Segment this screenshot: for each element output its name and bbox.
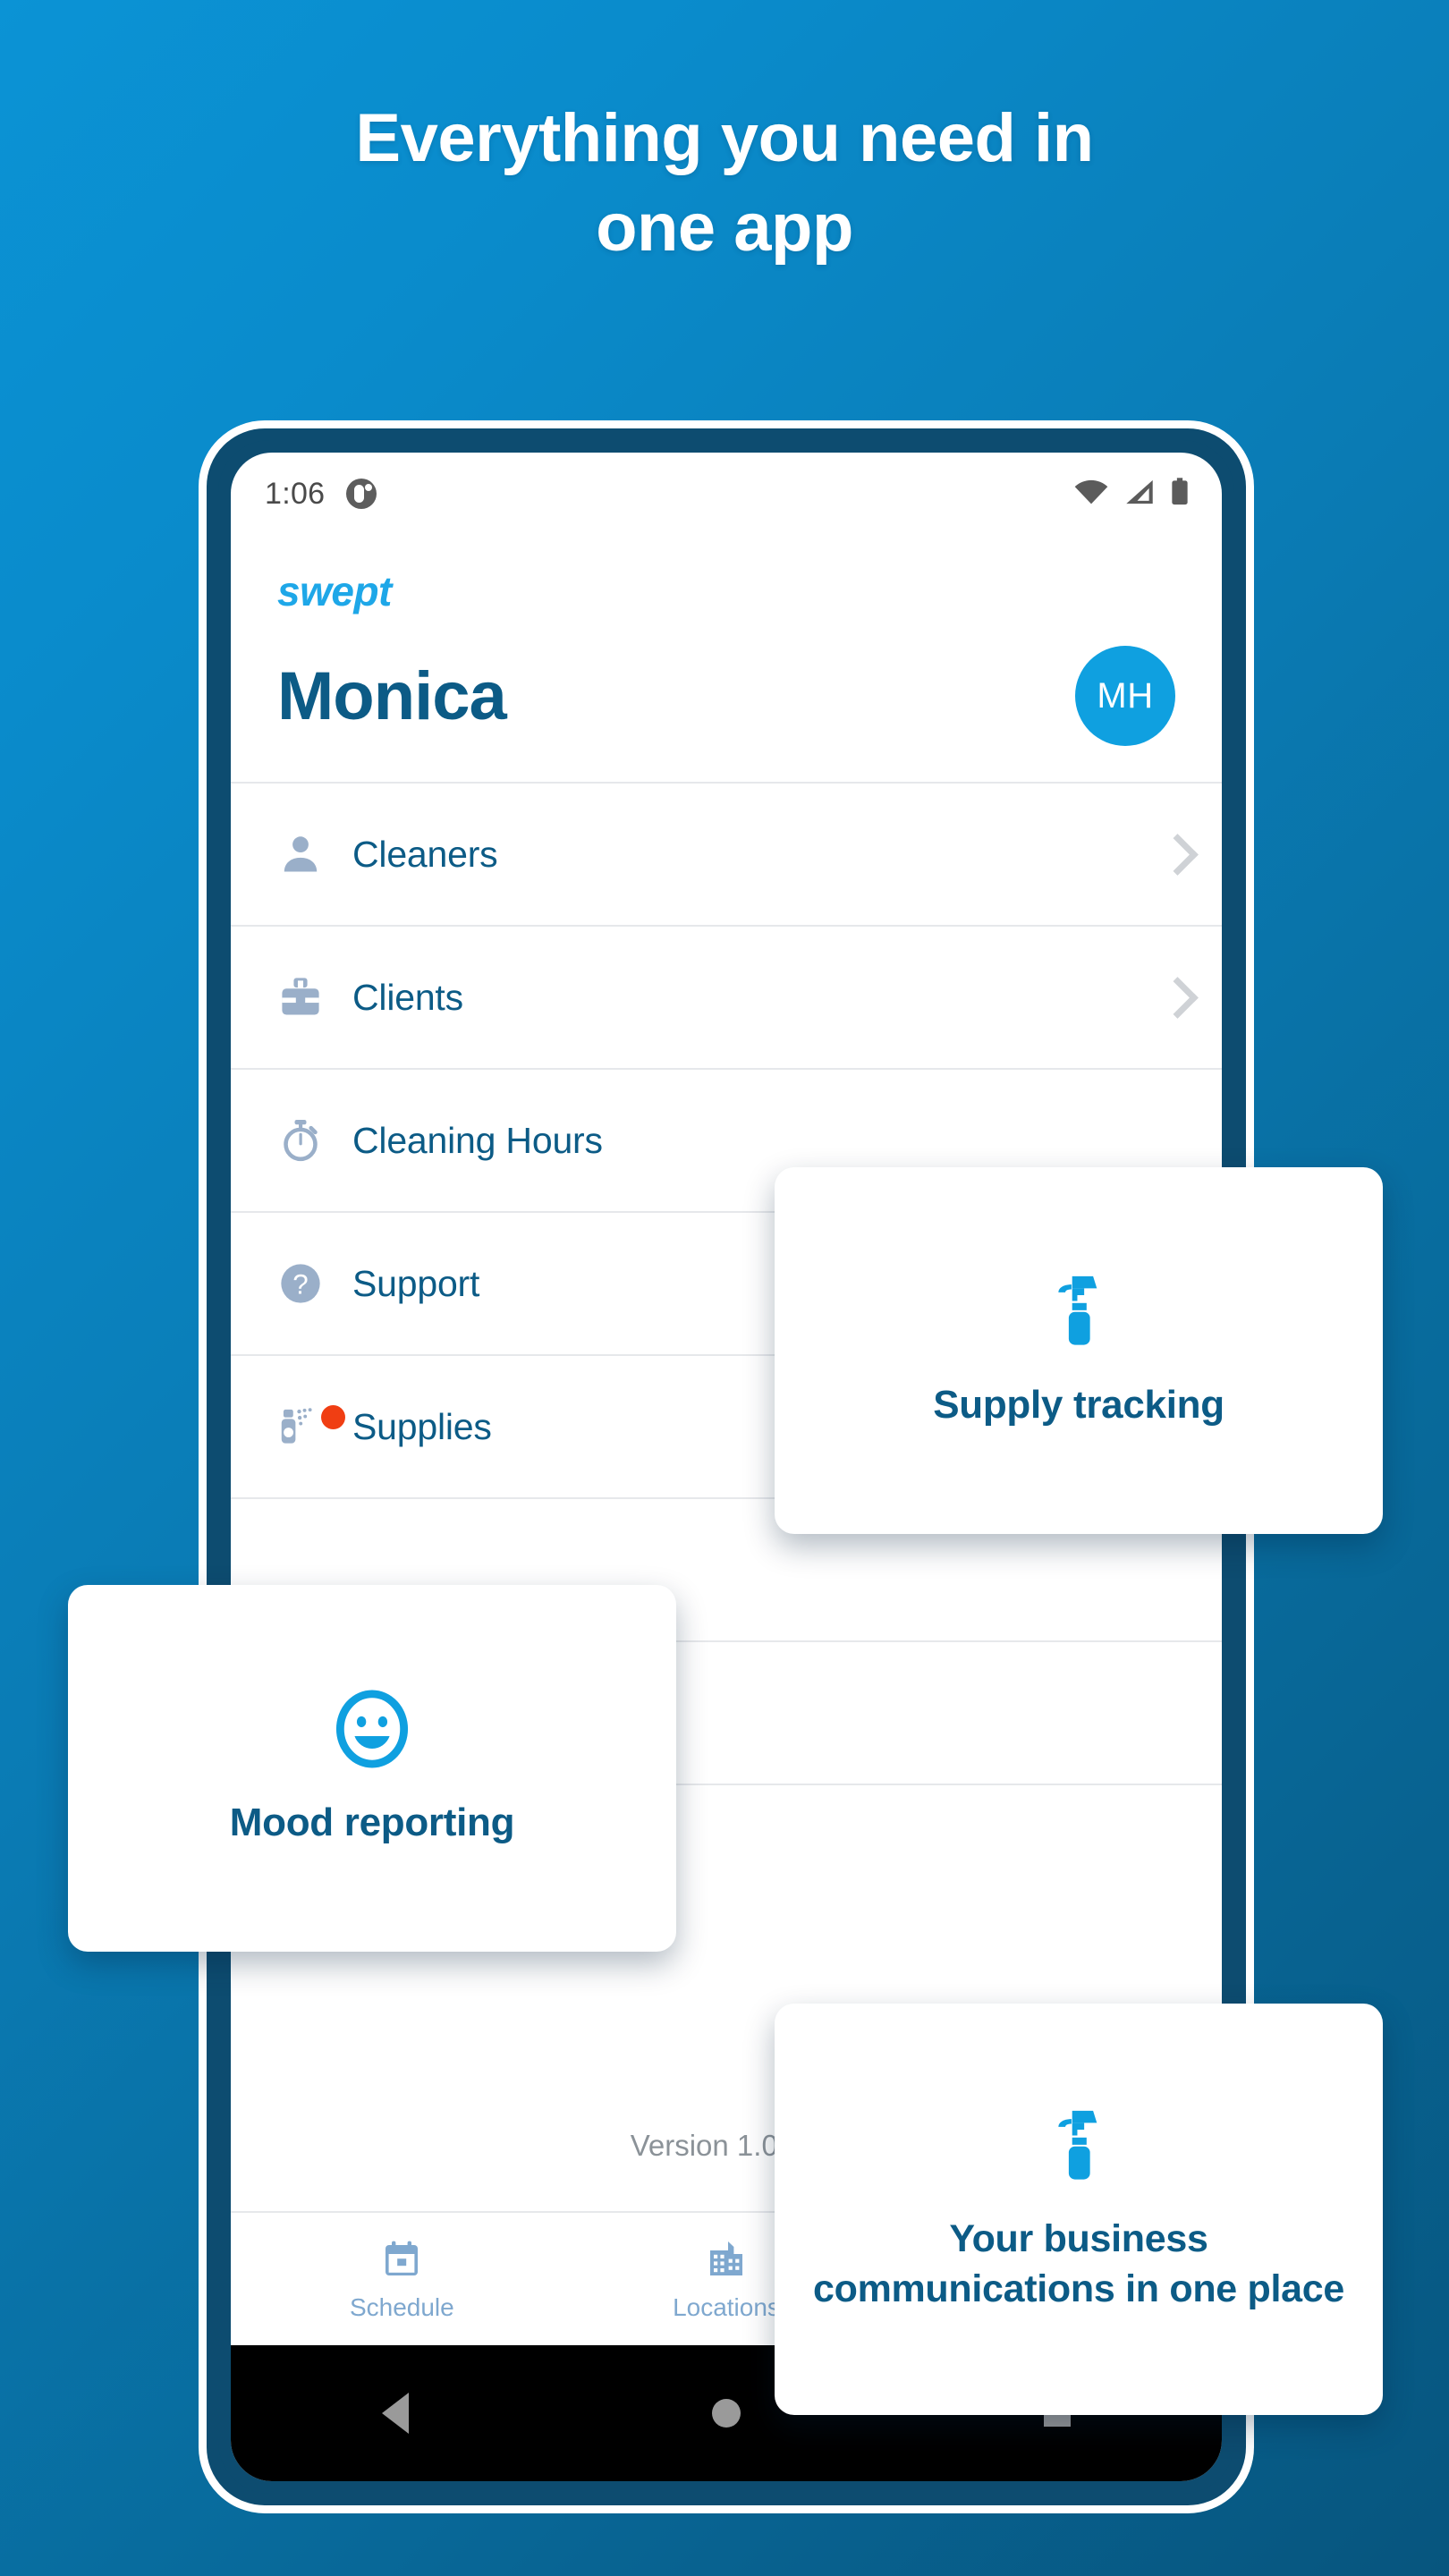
help-icon: ? <box>277 1260 342 1307</box>
feature-card-mood-reporting[interactable]: Mood reporting <box>68 1585 676 1952</box>
svg-text:?: ? <box>292 1269 308 1301</box>
status-bar-left: 1:06 <box>265 477 377 512</box>
spray-bottle-icon <box>1038 1270 1120 1357</box>
status-bar-right <box>1073 477 1190 511</box>
status-time: 1:06 <box>265 476 326 511</box>
toolbox-icon <box>277 974 342 1021</box>
feature-card-label: Mood reporting <box>229 1801 515 1845</box>
building-icon <box>705 2236 748 2283</box>
person-icon <box>277 831 342 877</box>
menu-item-cleaners[interactable]: Cleaners <box>231 784 1222 927</box>
home-button[interactable] <box>711 2399 741 2428</box>
smiley-face-icon <box>331 1688 413 1775</box>
page-title: Everything you need in one app <box>0 94 1449 274</box>
spray-bottle-icon <box>277 1403 345 1450</box>
spray-bottle-icon <box>1038 2105 1120 2191</box>
stopwatch-icon <box>277 1117 342 1164</box>
app-notification-icon <box>346 479 377 509</box>
status-badge <box>321 1405 345 1429</box>
headline-line-2: one app <box>596 190 853 267</box>
feature-card-label: Supply tracking <box>933 1383 1224 1428</box>
feature-card-label: Your business communications in one plac… <box>812 2217 1345 2310</box>
chevron-right-icon <box>1163 837 1182 871</box>
menu-item-clients[interactable]: Clients <box>231 927 1222 1070</box>
calendar-icon <box>380 2236 423 2283</box>
app-logo-row: swept <box>231 535 1222 615</box>
avatar[interactable]: MH <box>1075 646 1175 746</box>
back-button[interactable] <box>382 2393 410 2434</box>
tab-schedule[interactable]: Schedule <box>240 2236 564 2322</box>
menu-item-label: Cleaners <box>352 833 498 875</box>
headline-line-1: Everything you need in <box>355 100 1094 176</box>
menu-item-label: Cleaning Hours <box>352 1119 603 1161</box>
tab-label: Schedule <box>349 2293 454 2321</box>
wifi-icon <box>1073 479 1109 510</box>
chevron-right-icon <box>1163 980 1182 1014</box>
feature-card-supply-tracking[interactable]: Supply tracking <box>775 1167 1383 1534</box>
cellular-signal-icon <box>1123 479 1156 510</box>
status-bar: 1:06 <box>231 453 1222 535</box>
feature-card-business-communications[interactable]: Your business communications in one plac… <box>775 2004 1383 2415</box>
battery-icon <box>1170 477 1190 511</box>
user-name: Monica <box>277 657 507 734</box>
tab-label: Locations <box>673 2293 780 2321</box>
menu-item-label: Clients <box>352 976 463 1018</box>
user-header: Monica MH <box>231 615 1222 782</box>
swept-logo: swept <box>277 568 392 614</box>
